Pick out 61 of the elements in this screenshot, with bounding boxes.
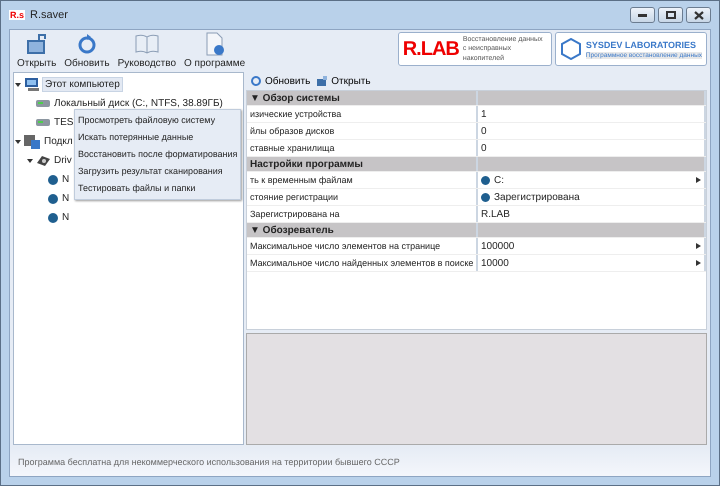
tree-item[interactable]: N: [60, 173, 72, 186]
tree-item[interactable]: N: [60, 192, 72, 205]
refresh-icon: [76, 32, 98, 56]
status-text: Программа бесплатна для некоммерческого использования на территории бывшего СССР: [18, 457, 400, 467]
property-name: Зарегистрирована на: [250, 209, 340, 219]
property-name: ставные хранилища: [250, 143, 334, 153]
property-value[interactable]: 100000: [481, 240, 514, 252]
logo: R.LAB: [402, 38, 459, 60]
collapse-arrow[interactable]: [15, 138, 21, 144]
toolbar-button[interactable]: Открыть: [316, 75, 371, 87]
app-icon: R.s: [9, 10, 26, 20]
minimize-button[interactable]: [630, 7, 655, 23]
toolbar-button[interactable]: Открыть: [13, 32, 60, 69]
close-button[interactable]: [686, 7, 711, 23]
toolbar-button[interactable]: Обновить: [250, 75, 310, 87]
tree-item[interactable]: Этот компьютер: [42, 77, 123, 92]
property-name: изические устройства: [250, 109, 342, 119]
logo: SYSDEV LABORATORIES: [586, 40, 698, 50]
toolbar-button[interactable]: Руководство: [114, 32, 180, 69]
tree-item[interactable]: Подкл: [42, 135, 75, 148]
property-name: йлы образов дисков: [250, 126, 334, 136]
drives-icon: [24, 134, 40, 149]
submenu-arrow[interactable]: [696, 243, 701, 249]
toolbar-button[interactable]: Обновить: [60, 32, 114, 69]
tree-item[interactable]: Локальный диск (C:, NTFS, 38.89ГБ): [52, 97, 225, 110]
property-value[interactable]: 0: [481, 142, 487, 154]
property-name: Максимальное число найденных элементов в поиске: [250, 258, 474, 268]
menu-item[interactable]: Восстановить после форматирования: [75, 146, 240, 163]
submenu-arrow[interactable]: [696, 177, 701, 183]
tree-item[interactable]: Driv: [52, 154, 74, 167]
property-value[interactable]: Зарегистрирована: [494, 192, 580, 202]
property-name: ть к временным файлам: [250, 175, 353, 185]
submenu-arrow[interactable]: [696, 260, 701, 266]
property-value[interactable]: 1: [481, 108, 487, 120]
document-icon: [204, 32, 226, 56]
property-value[interactable]: 10000: [481, 258, 509, 268]
hard-drive-icon: [36, 154, 50, 166]
tree-item[interactable]: TES: [52, 116, 76, 129]
property-value[interactable]: C:: [494, 174, 504, 186]
tree-item[interactable]: N: [60, 211, 72, 224]
property-value[interactable]: R.LAB: [481, 208, 510, 220]
property-name: стояние регистрации: [250, 192, 338, 202]
maximize-icon: [666, 11, 676, 19]
toolbar-button[interactable]: О программе: [180, 32, 250, 69]
window-title: R.saver: [30, 9, 68, 21]
property-value[interactable]: 0: [481, 126, 487, 136]
refresh-icon: [250, 75, 262, 87]
maximize-button[interactable]: [658, 7, 683, 23]
close-icon: [694, 10, 704, 20]
book-icon: [134, 32, 160, 56]
menu-item[interactable]: Загрузить результат сканирования: [75, 163, 240, 180]
minimize-icon: [638, 14, 647, 16]
menu-item[interactable]: Тестировать файлы и папки: [75, 180, 240, 197]
collapse-arrow[interactable]: [27, 158, 33, 164]
computer-icon: [24, 77, 40, 92]
property-name: Максимальное число элементов на странице: [250, 241, 440, 251]
collapse-arrow[interactable]: [15, 82, 21, 88]
menu-item[interactable]: Просмотреть файловую систему: [75, 112, 240, 129]
folder-icon: [24, 32, 49, 56]
menu-item[interactable]: Искать потерянные данные: [75, 129, 240, 146]
folder-icon: [316, 75, 328, 87]
